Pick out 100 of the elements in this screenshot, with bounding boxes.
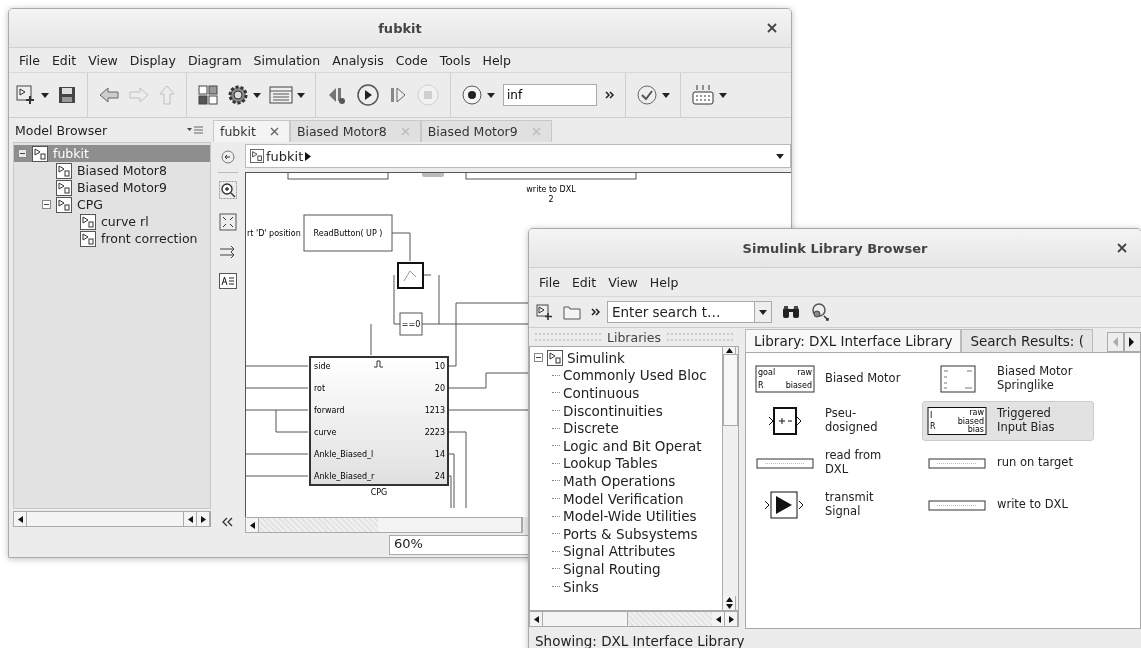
overflow-icon[interactable]: [605, 90, 615, 100]
tree-item[interactable]: Discontinuities: [563, 402, 663, 419]
vertical-scrollbar[interactable]: [722, 347, 738, 610]
new-model-icon[interactable]: [535, 303, 553, 321]
tree-item[interactable]: front correction: [14, 230, 210, 247]
caret-icon[interactable]: [487, 92, 495, 98]
tree-item[interactable]: Discrete: [563, 420, 619, 437]
menu-item[interactable]: View: [82, 52, 124, 68]
library-block[interactable]: write to DXL: [922, 485, 1094, 525]
binoculars-icon[interactable]: [782, 305, 800, 319]
tab-scroll-icon[interactable]: [1107, 332, 1141, 352]
library-grid-icon[interactable]: [197, 84, 219, 106]
editor-tab[interactable]: fubkit: [213, 120, 290, 142]
tree-item[interactable]: Biased Motor8: [14, 162, 210, 179]
collapse-icon[interactable]: [534, 353, 543, 363]
save-icon[interactable]: [57, 85, 77, 105]
scrollbar-thumb[interactable]: [27, 512, 184, 526]
menu-item[interactable]: Display: [123, 52, 182, 68]
menu-item[interactable]: File: [13, 52, 46, 68]
horizontal-scrollbar[interactable]: [529, 611, 739, 627]
collapse-icon[interactable]: [42, 200, 51, 209]
search-field[interactable]: Enter search t…: [607, 301, 755, 323]
caret-icon[interactable]: [776, 153, 784, 159]
tree-item[interactable]: Biased Motor9: [14, 179, 210, 196]
dropdown-button[interactable]: [755, 301, 772, 323]
library-block[interactable]: Pseu- dosigned: [750, 401, 922, 441]
menu-item[interactable]: File: [533, 274, 566, 290]
tree-item[interactable]: Signal Routing: [563, 560, 661, 577]
library-tab[interactable]: Search Results: (: [961, 329, 1093, 352]
overflow-icon[interactable]: [591, 307, 601, 317]
folder-icon[interactable]: [563, 304, 581, 320]
grip-handle[interactable]: [535, 333, 601, 341]
menu-item[interactable]: Simulation: [247, 52, 327, 68]
fit-to-view-icon[interactable]: [219, 213, 237, 231]
library-tab[interactable]: Library: DXL Interface Library: [745, 329, 962, 352]
back-icon[interactable]: [221, 150, 235, 164]
library-block[interactable]: transmit Signal: [750, 485, 922, 525]
close-icon[interactable]: [269, 127, 279, 136]
caret-icon[interactable]: [759, 309, 767, 315]
new-model-icon[interactable]: [15, 84, 37, 106]
menu-item[interactable]: Edit: [565, 274, 603, 290]
panel-menu-icon[interactable]: [187, 126, 203, 134]
grip-handle[interactable]: [667, 333, 733, 341]
tree-item[interactable]: Lookup Tables: [563, 455, 658, 472]
scrollbar-thumb[interactable]: [723, 354, 738, 426]
diagram-block[interactable]: [303, 214, 393, 252]
tree-item[interactable]: Simulink: [567, 349, 625, 366]
menu-item[interactable]: Code: [389, 52, 434, 68]
search-options-icon[interactable]: [810, 302, 830, 322]
keypad-icon[interactable]: [691, 84, 715, 106]
zoom-icon[interactable]: [219, 181, 237, 199]
scrollbar-thumb[interactable]: [378, 518, 522, 532]
breadcrumb-link[interactable]: fubkit: [266, 148, 304, 164]
stop-time-field[interactable]: inf: [503, 84, 597, 106]
tree-item[interactable]: Logic and Bit Operat: [563, 437, 702, 454]
tree-item[interactable]: Model Verification: [563, 490, 684, 507]
library-block[interactable]: read from DXL: [750, 443, 922, 483]
record-icon[interactable]: [461, 84, 483, 106]
menu-item[interactable]: Help: [476, 52, 517, 68]
menu-item[interactable]: Analysis: [326, 52, 390, 68]
diagram-block[interactable]: [399, 312, 423, 336]
library-block[interactable]: run on target: [922, 443, 1094, 483]
annotation-icon[interactable]: [219, 273, 237, 289]
arrows-icon[interactable]: [219, 245, 237, 259]
menu-item[interactable]: Edit: [45, 52, 83, 68]
library-block[interactable]: goal R raw biased Biased Motor: [750, 359, 922, 399]
tree-item[interactable]: curve rl: [14, 213, 210, 230]
tree-item[interactable]: Ports & Subsystems: [563, 525, 698, 542]
caret-icon[interactable]: [297, 92, 305, 98]
horizontal-scrollbar[interactable]: [13, 511, 211, 527]
tree-item[interactable]: Commonly Used Bloc: [563, 367, 707, 384]
back-arrow-icon[interactable]: [98, 86, 120, 104]
collapse-icon[interactable]: [18, 149, 27, 158]
tree-item[interactable]: Model-Wide Utilities: [563, 508, 697, 525]
menu-item[interactable]: Tools: [433, 52, 477, 68]
menu-item[interactable]: Help: [643, 274, 685, 290]
editor-tab[interactable]: Biased Motor8: [289, 120, 421, 142]
close-button[interactable]: [1115, 241, 1129, 255]
scrollbar-thumb[interactable]: [543, 612, 628, 626]
caret-icon[interactable]: [662, 92, 670, 98]
caret-icon[interactable]: [253, 92, 261, 98]
close-button[interactable]: [765, 21, 779, 35]
step-forward-icon[interactable]: [388, 84, 408, 106]
switch-block[interactable]: [397, 262, 424, 289]
library-block[interactable]: I R raw biased bias Triggered Input Bias: [922, 401, 1094, 441]
tree-item[interactable]: Math Operations: [563, 472, 676, 489]
tree-item[interactable]: Continuous: [563, 385, 640, 401]
collapse-panel-icon[interactable]: [222, 517, 234, 527]
horizontal-scrollbar[interactable]: [245, 517, 523, 533]
menu-item[interactable]: Diagram: [181, 52, 248, 68]
tree-item[interactable]: Signal Attributes: [563, 543, 676, 560]
settings-icon[interactable]: [227, 84, 249, 106]
caret-icon[interactable]: [41, 92, 49, 98]
caret-icon[interactable]: [719, 92, 727, 98]
run-icon[interactable]: [356, 83, 380, 107]
arrow-icon[interactable]: [305, 151, 312, 161]
tree-item[interactable]: CPG: [14, 196, 210, 213]
menu-item[interactable]: View: [602, 274, 644, 290]
editor-tab[interactable]: Biased Motor9: [420, 120, 552, 142]
library-block[interactable]: Biased Motor Springlike: [922, 359, 1094, 399]
